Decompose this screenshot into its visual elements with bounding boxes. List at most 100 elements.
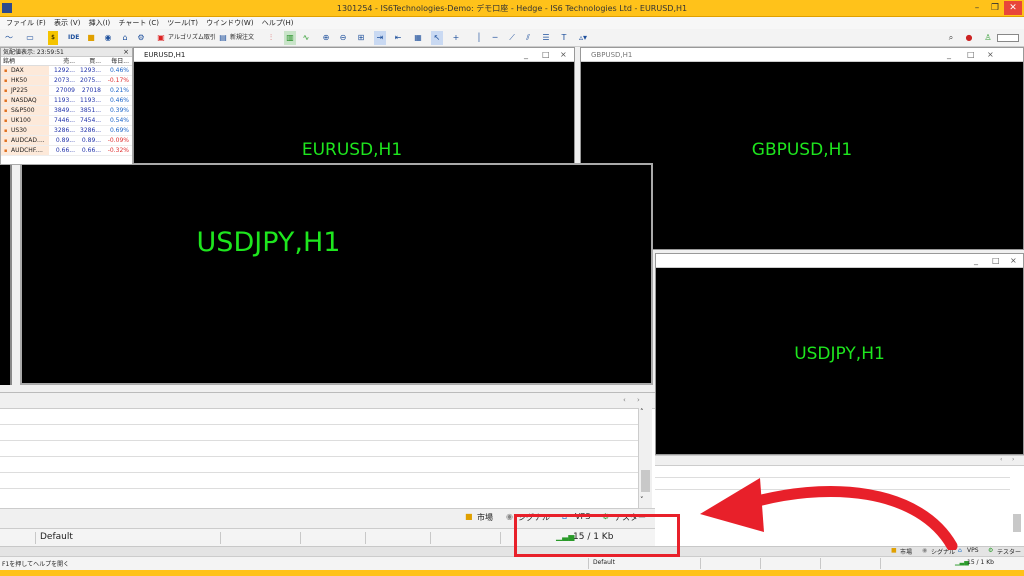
account-icon[interactable]: ♙ [983,31,993,45]
column-symbol[interactable]: 銘柄 [1,57,49,65]
notifications-icon[interactable]: ● [963,31,975,45]
ask-cell: 0.89... [81,137,101,144]
grid-icon[interactable]: ⊞ [356,31,366,45]
symbol-cell: HK50 [1,76,49,86]
chart-type-icon[interactable]: 〜 [3,31,15,45]
line-chart-icon[interactable]: ∿ [301,31,311,45]
minimize-icon[interactable]: _ [524,48,528,62]
indicators-icon[interactable]: ▦ [413,31,423,45]
menu-tools[interactable]: ツール(T) [167,17,198,29]
trendline-icon[interactable]: ⟋ [507,31,517,45]
vps-icon[interactable]: ⌂ [120,31,130,45]
market-watch-row[interactable]: S&P500 3849... 3851... 0.39% [1,106,132,116]
new-chart-icon[interactable]: ▭ [24,31,36,45]
market-watch-row[interactable]: AUDCHF.... 0.66... 0.66... -0.32% [1,146,132,156]
bid-cell: 0.66... [55,147,75,154]
menu-help[interactable]: ヘルプ(H) [262,17,294,29]
bid-cell: 3849... [54,107,75,114]
zoom-out-icon[interactable]: ⊖ [338,31,348,45]
bid-cell: 27009 [55,87,75,94]
algo-trading-button[interactable]: アルゴリズム取引 [168,32,216,44]
autoscroll-icon[interactable]: ⇥ [374,31,386,45]
vertical-scrollbar[interactable]: ˄ ˅ [638,408,652,508]
fibonacci-icon[interactable]: ☰ [541,31,551,45]
close-button[interactable]: ✕ [1004,1,1022,15]
market-watch-row[interactable]: DAX 1292... 1293... 0.46% [1,66,132,76]
eurusd-caption: EURUSD,H1 _ □ × [134,48,574,62]
new-order-button[interactable]: 新規注文 [230,32,254,44]
minimize-icon[interactable]: _ [974,254,978,268]
usdjpy-chart-window[interactable]: USDJPY,H1 [20,163,653,385]
scroll-left-icon[interactable]: ‹ [1000,456,1002,463]
scroll-down-icon[interactable]: ˅ [640,496,644,504]
crosshair-icon[interactable]: + [451,31,461,45]
minimize-button[interactable]: – [968,1,986,15]
scroll-left-icon[interactable]: ‹ [623,396,626,404]
vertical-line-icon[interactable]: │ [474,31,484,45]
shapes-icon[interactable]: ▵▾ [575,31,591,45]
tab-market[interactable]: 市場 [477,512,493,523]
signal-icon[interactable]: ◉ [103,31,113,45]
table-row[interactable] [0,441,638,457]
background-chart-edge [0,165,12,385]
close-icon[interactable]: × [1010,254,1017,268]
channel-icon[interactable]: ⫽ [523,31,533,45]
maximize-icon[interactable]: □ [542,48,550,62]
menu-bar: ファイル (F) 表示 (V) 挿入(I) チャート (C) ツール(T) ウイ… [0,17,1024,29]
market-watch-row[interactable]: JP225 27009 27018 0.21% [1,86,132,96]
dollar-icon[interactable]: $ [48,31,58,45]
tab-tester[interactable]: テスター [997,547,1021,556]
search-icon[interactable]: ⌕ [946,31,956,45]
table-row[interactable] [0,473,638,489]
close-icon[interactable]: × [123,48,129,57]
minimize-icon[interactable]: _ [947,48,951,62]
zoom-in-icon[interactable]: ⊕ [321,31,331,45]
symbol-cell: DAX [1,66,49,76]
eurusd-caption-text: EURUSD,H1 [144,51,186,59]
maximize-icon[interactable]: □ [967,48,975,62]
scroll-right-icon[interactable]: › [1012,456,1014,463]
market-watch-row[interactable]: NASDAQ 1193... 1193... 0.46% [1,96,132,106]
algo-trading-icon[interactable]: ▣ [157,31,165,45]
menu-chart[interactable]: チャート (C) [118,17,159,29]
symbol-cell: S&P500 [1,106,49,116]
candlestick-icon[interactable]: ▥ [284,31,296,45]
window-title: 1301254 - IS6Technologies-Demo: デモ口座 - H… [336,4,688,13]
table-row[interactable] [0,409,638,425]
table-row[interactable] [0,425,638,441]
maximize-icon[interactable]: □ [992,254,1000,268]
status-profile: Default [593,559,615,566]
menu-insert[interactable]: 挿入(I) [89,17,111,29]
close-icon[interactable]: × [560,48,567,62]
lock-icon[interactable]: ■ [86,31,96,45]
chart-shift-icon[interactable]: ⇤ [392,31,404,45]
menu-view[interactable]: 表示 (V) [54,17,80,29]
new-order-icon[interactable]: ▤ [219,31,227,45]
usdjpy-small-chart-window[interactable]: _ □ × USDJPY,H1 [655,253,1024,455]
ask-cell: 0.66... [81,147,101,154]
table-row[interactable] [0,457,638,473]
market-watch-row[interactable]: US30 3286... 3286... 0.69% [1,126,132,136]
maximize-button[interactable]: ❐ [986,1,1004,15]
scrollbar-thumb[interactable] [641,470,650,492]
market-watch-row[interactable]: UK100 7446... 7454... 0.54% [1,116,132,126]
menu-file[interactable]: ファイル (F) [6,17,46,29]
column-change[interactable]: 毎日... [101,57,131,65]
tab-vps[interactable]: VPS [967,547,979,554]
horizontal-line-icon[interactable]: ─ [490,31,500,45]
close-icon[interactable]: × [987,48,994,62]
scrollbar-thumb[interactable] [1013,514,1021,532]
ide-button[interactable]: IDE [68,32,79,44]
scroll-up-icon[interactable]: ˄ [640,408,644,416]
text-icon[interactable]: T [559,31,569,45]
market-watch-row[interactable]: HK50 2073... 2075... -0.17% [1,76,132,86]
column-ask[interactable]: 買... [75,57,101,65]
menu-window[interactable]: ウインドウ(W) [206,17,253,29]
cursor-icon[interactable]: ↖ [431,31,443,45]
market-watch-row[interactable]: AUDCAD.... 0.89... 0.89... -0.09% [1,136,132,146]
bar-chart-icon[interactable]: ⫶ [266,31,276,45]
settings-icon[interactable]: ⚙ [136,31,146,45]
column-bid[interactable]: 売... [49,57,75,65]
scroll-right-icon[interactable]: › [637,396,640,404]
search-input[interactable] [997,34,1019,42]
